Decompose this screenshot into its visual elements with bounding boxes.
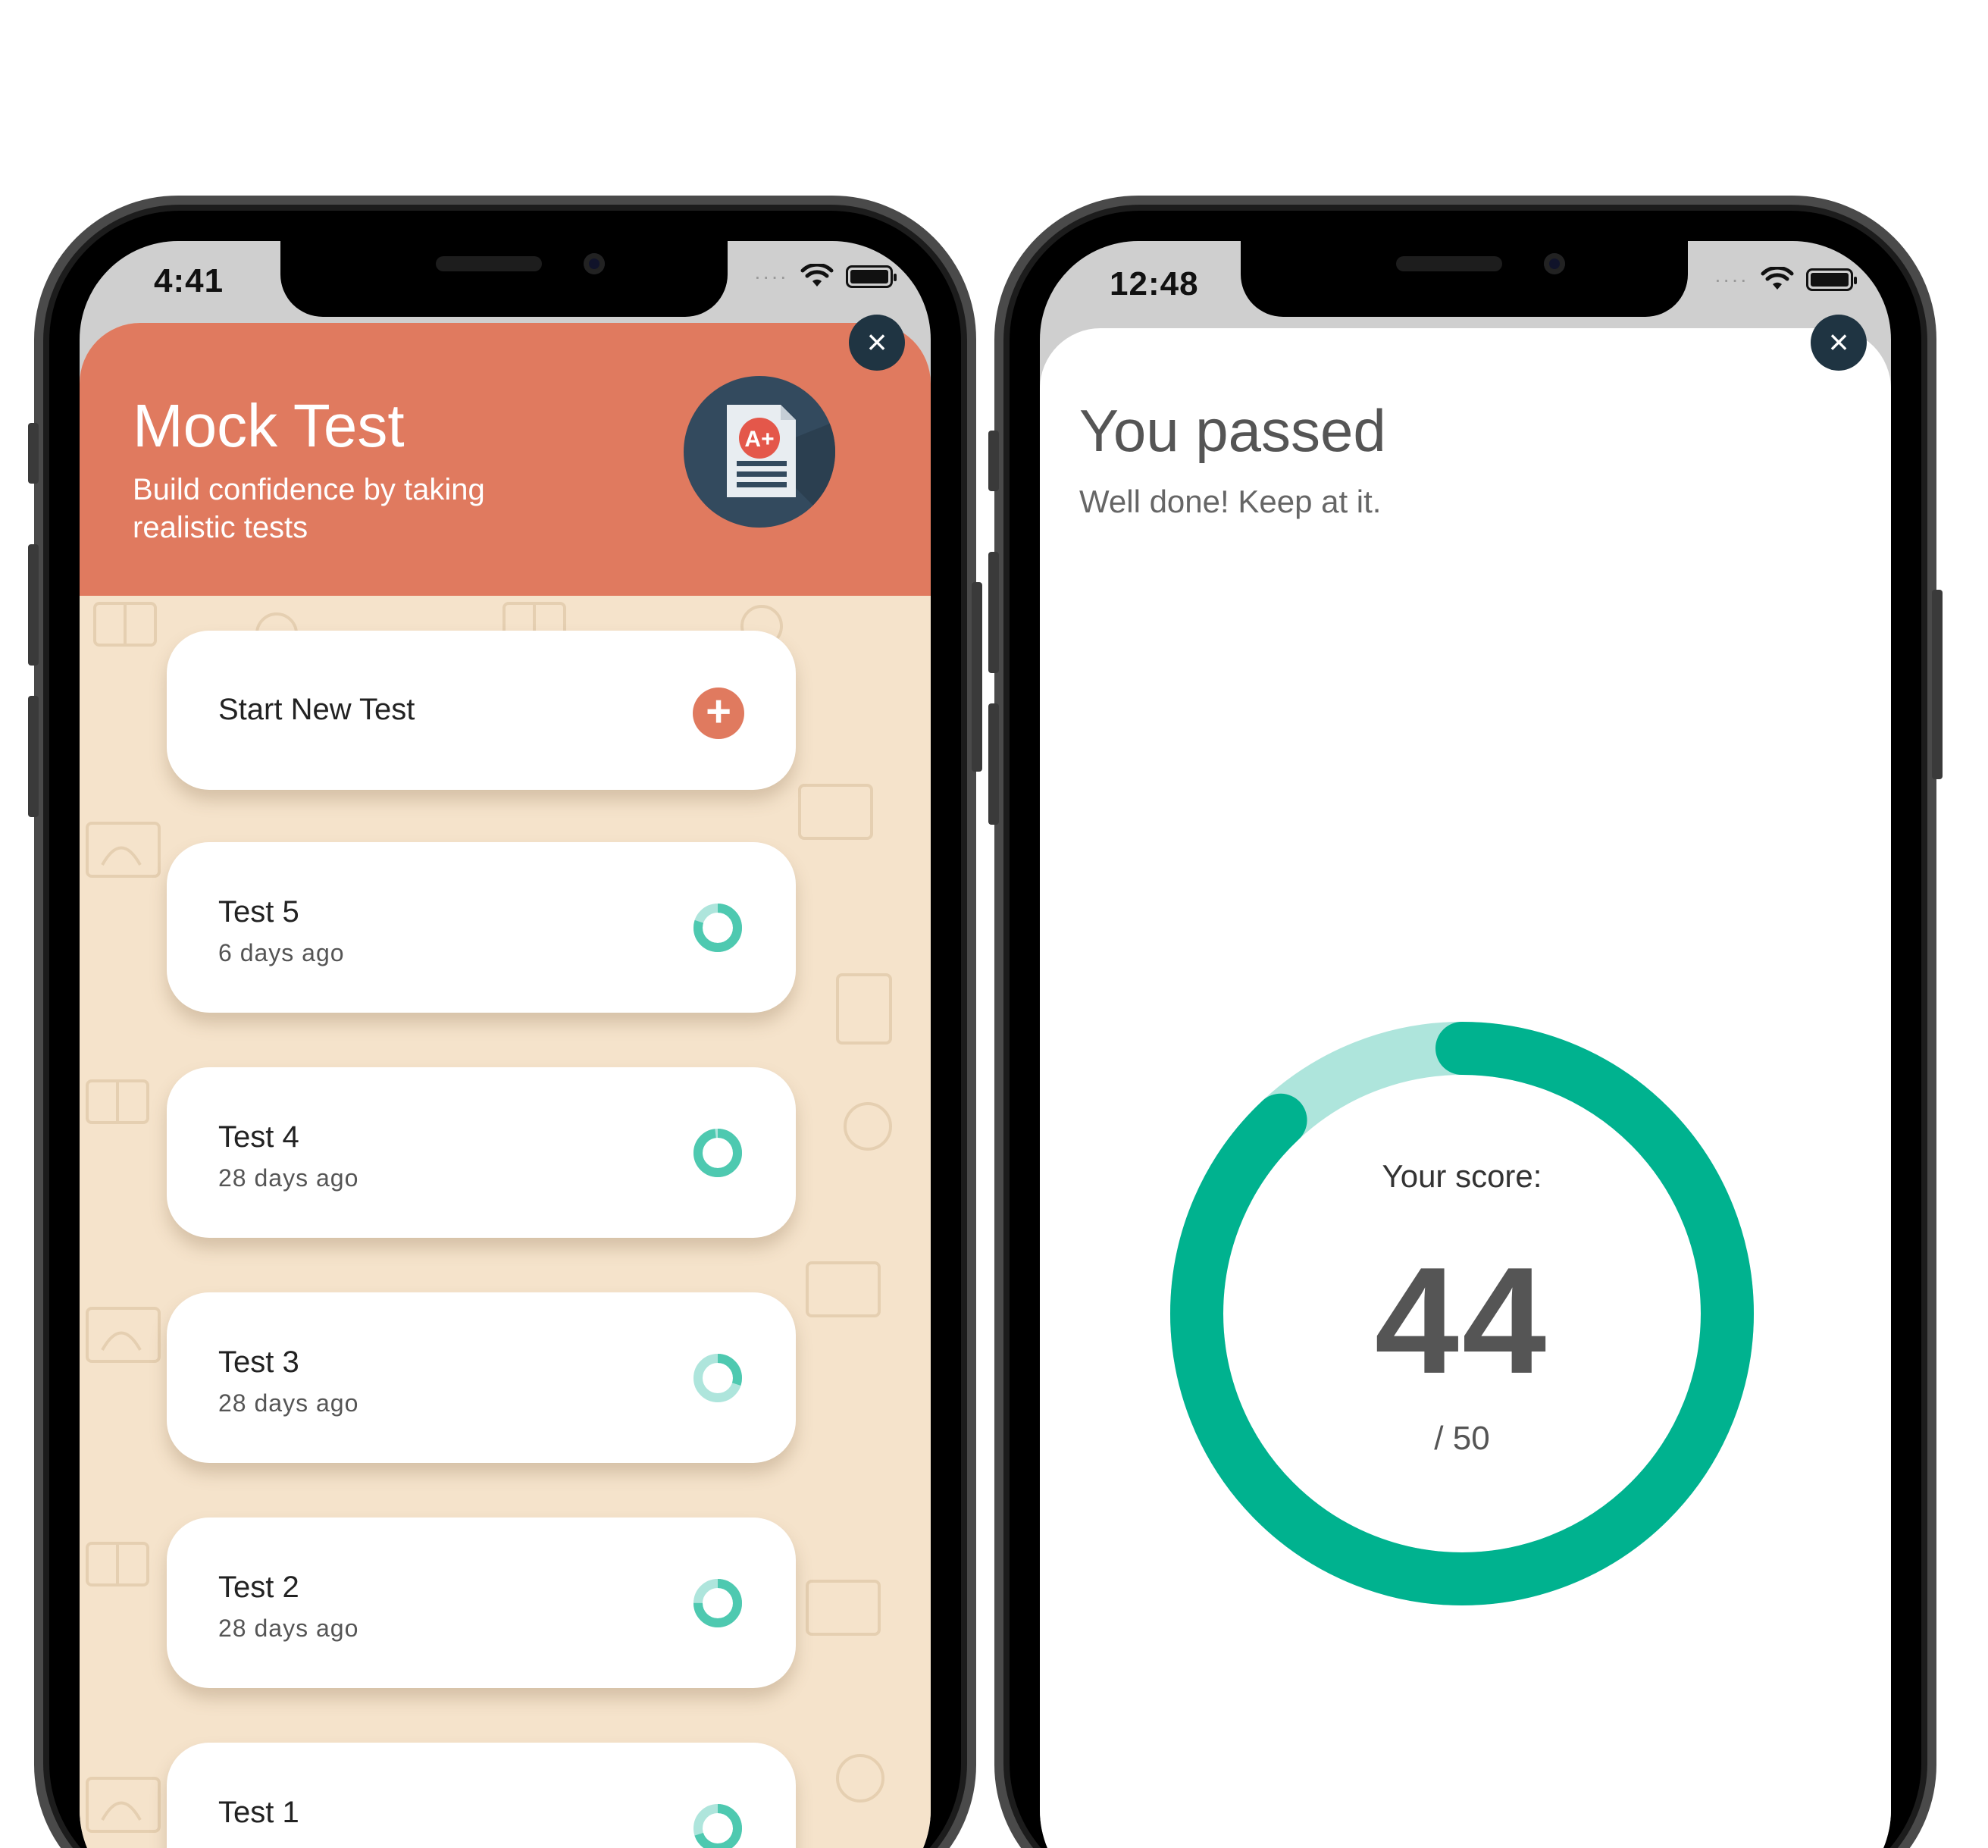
progress-ring-fill [693, 1129, 742, 1177]
grade-badge-text: A+ [744, 427, 774, 452]
test-card-2[interactable]: Test 2 28 days ago [167, 1518, 796, 1688]
test-card-3[interactable]: Test 3 28 days ago [167, 1292, 796, 1463]
page-subtitle: Build confidence by taking realistic tes… [133, 473, 485, 544]
test-title: Test 2 [218, 1571, 299, 1604]
notch [280, 241, 728, 317]
wifi-icon [1761, 267, 1794, 290]
test-title: Test 4 [218, 1120, 299, 1154]
power-button [1932, 590, 1943, 779]
signal-icon: ···· [753, 265, 788, 288]
status-time: 4:41 [154, 262, 224, 299]
score-ring: Your score: 44 / 50 [1170, 1022, 1754, 1605]
status-icons: ···· [753, 264, 897, 290]
score-value: 44 [1374, 1236, 1550, 1405]
hero-banner: Mock Test Build confidence by taking rea… [80, 323, 931, 596]
signal-icon: ···· [1714, 268, 1749, 291]
left-screen: 4:41 ···· Mock Test Build confidence by … [80, 241, 931, 1848]
phone-frame-left: 4:41 ···· Mock Test Build confidence by … [28, 196, 982, 1848]
power-button [972, 582, 982, 772]
battery-icon [1806, 268, 1857, 291]
mute-switch [988, 431, 999, 491]
test-date: 28 days ago [218, 1615, 359, 1642]
score-label: Your score: [1382, 1158, 1542, 1194]
notch [1241, 241, 1688, 317]
result-sheet: You passed Well done! Keep at it. Your s… [1040, 328, 1891, 1848]
progress-ring-icon [693, 1354, 742, 1402]
close-icon[interactable]: × [1811, 315, 1867, 371]
close-icon[interactable]: × [849, 315, 905, 371]
wifi-icon [800, 264, 834, 287]
battery-icon [846, 265, 897, 288]
start-new-test-card[interactable]: Start New Test + [167, 631, 796, 790]
status-icons: ···· [1714, 267, 1857, 293]
phone-frame-right: 12:48 ···· You passed Well done! Keep at… [988, 196, 1943, 1848]
test-title: Test 1 [218, 1796, 299, 1829]
volume-up-button [28, 544, 39, 666]
test-title: Test 5 [218, 895, 299, 929]
test-date: 28 days ago [218, 1164, 359, 1192]
test-card-4[interactable]: Test 4 28 days ago [167, 1067, 796, 1238]
mock-test-sheet: Mock Test Build confidence by taking rea… [80, 323, 931, 1848]
right-screen: 12:48 ···· You passed Well done! Keep at… [1040, 241, 1891, 1848]
result-subtitle: Well done! Keep at it. [1079, 484, 1382, 519]
test-card-5[interactable]: Test 5 6 days ago [167, 842, 796, 1013]
mute-switch [28, 423, 39, 484]
score-total: / 50 [1434, 1420, 1490, 1457]
result-title: You passed [1079, 397, 1386, 464]
progress-ring-icon [693, 1579, 742, 1627]
progress-ring-icon [693, 904, 742, 952]
test-title: Test 3 [218, 1345, 299, 1379]
grade-document-icon: A+ [684, 376, 835, 528]
status-time: 12:48 [1110, 265, 1199, 302]
progress-ring-icon [693, 1804, 742, 1848]
test-date: 28 days ago [218, 1389, 359, 1417]
test-card-1[interactable]: Test 1 [167, 1743, 796, 1848]
page-title: Mock Test [133, 392, 405, 459]
test-date: 6 days ago [218, 939, 345, 966]
start-new-test-label: Start New Test [218, 693, 415, 726]
volume-up-button [988, 552, 999, 673]
volume-down-button [28, 696, 39, 817]
volume-down-button [988, 703, 999, 825]
plus-icon: + [693, 688, 744, 739]
progress-ring-icon [693, 1129, 742, 1177]
